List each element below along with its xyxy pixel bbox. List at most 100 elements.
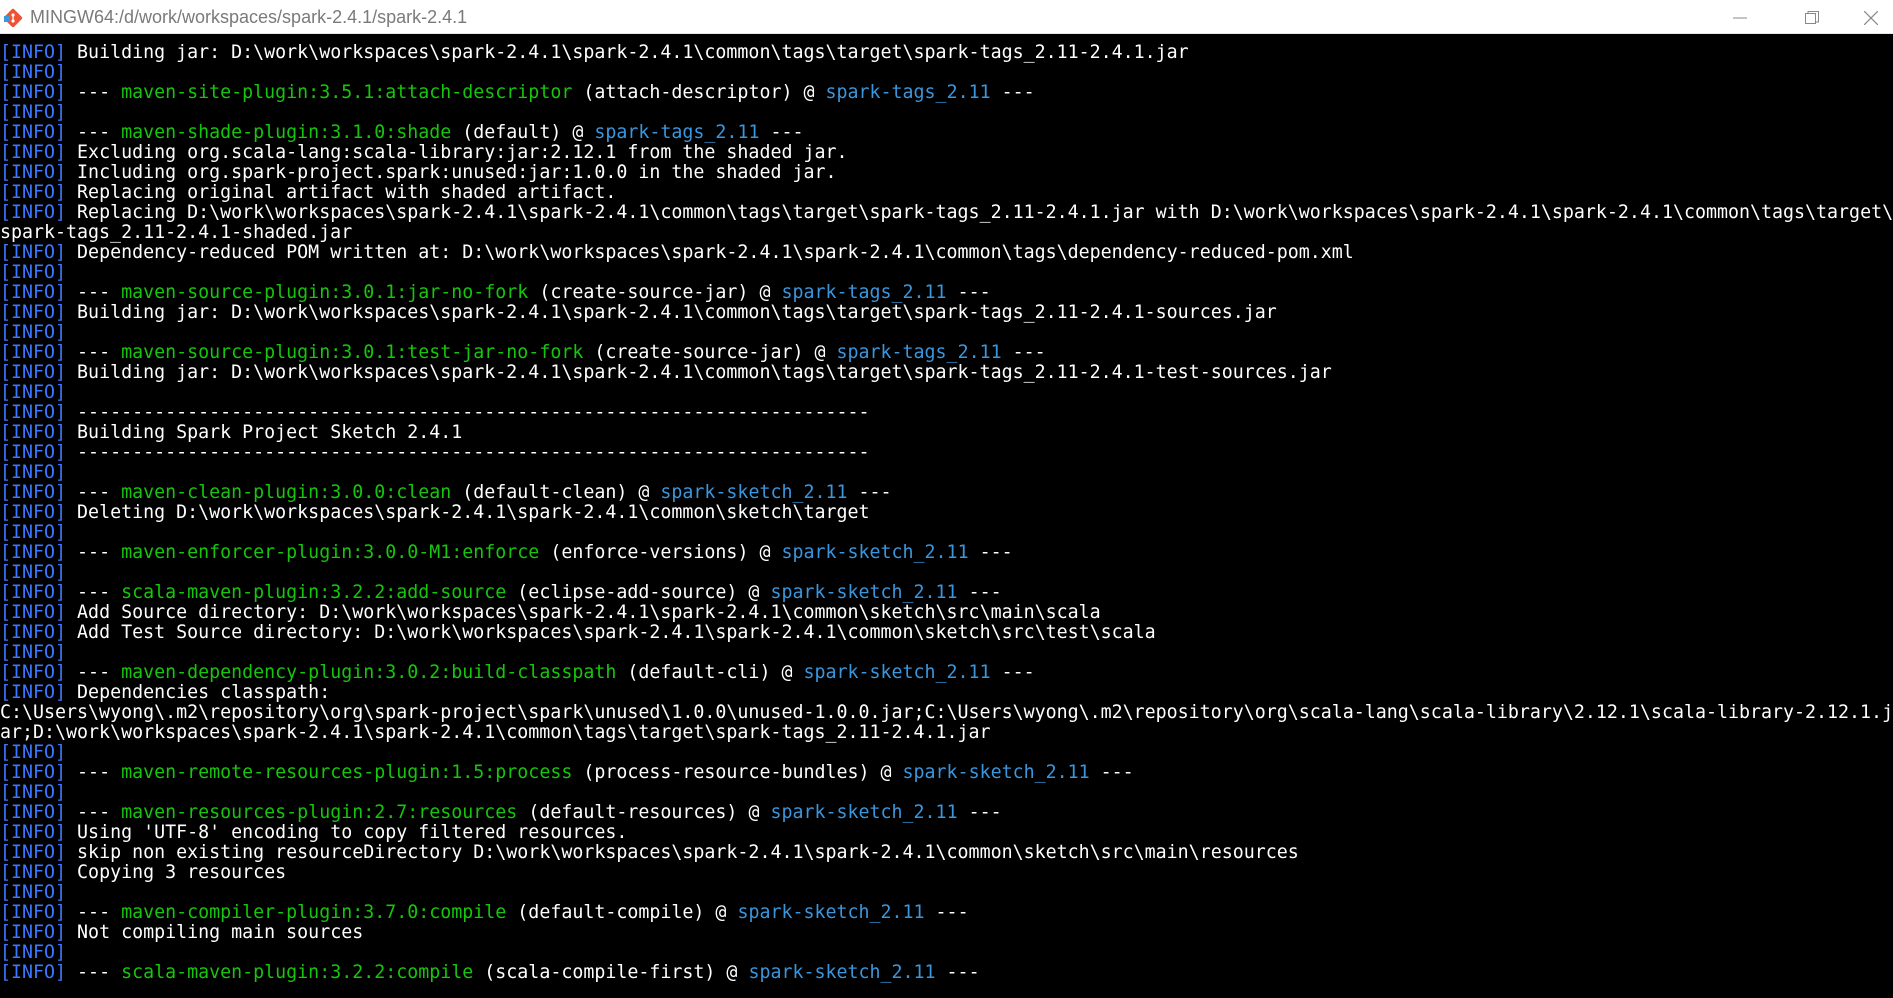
terminal-line: [INFO] Building jar: D:\work\workspaces\… [0, 43, 1189, 63]
log-level-tag: [INFO] [0, 922, 67, 943]
terminal-line: [INFO] [0, 463, 66, 483]
log-text: Add Test Source directory: D:\work\works… [66, 622, 1156, 643]
minimize-button[interactable] [1716, 0, 1762, 34]
terminal-line: [INFO] Add Source directory: D:\work\wor… [0, 603, 1101, 623]
terminal-line: [INFO] Add Test Source directory: D:\wor… [0, 623, 1156, 643]
terminal-line: [INFO] [0, 323, 66, 343]
log-text: --- [946, 282, 991, 303]
close-button[interactable] [1847, 0, 1893, 34]
log-text: --- [66, 342, 122, 363]
log-level-tag: [INFO] [0, 842, 67, 863]
terminal-line: [INFO] --- maven-dependency-plugin:3.0.2… [0, 663, 1035, 683]
artifact-id: spark-sketch_2.11 [748, 962, 936, 983]
log-level-tag: [INFO] [0, 302, 67, 323]
terminal-line: [INFO] Building Spark Project Sketch 2.4… [0, 423, 462, 443]
log-text: (default-cli) @ [616, 662, 804, 683]
log-level-tag: [INFO] [0, 262, 67, 283]
log-text: ----------------------------------------… [66, 402, 870, 423]
terminal-line: [INFO] Including org.spark-project.spark… [0, 163, 836, 183]
close-icon [1864, 11, 1878, 25]
plugin-goal: maven-source-plugin:3.0.1:test-jar-no-fo… [121, 342, 584, 363]
log-text: Building Spark Project Sketch 2.4.1 [66, 422, 463, 443]
log-text: Replacing D:\work\workspaces\spark-2.4.1… [66, 202, 1893, 223]
log-level-tag: [INFO] [0, 202, 67, 223]
log-text: --- [66, 762, 122, 783]
log-level-tag: [INFO] [0, 642, 67, 663]
terminal-line: [INFO] Deleting D:\work\workspaces\spark… [0, 503, 870, 523]
log-text: (eclipse-add-source) @ [506, 582, 771, 603]
artifact-id: spark-sketch_2.11 [902, 762, 1090, 783]
terminal-line: [INFO] Replacing D:\work\workspaces\spar… [0, 203, 1893, 223]
log-text: --- [759, 122, 804, 143]
terminal-line: [INFO] [0, 883, 66, 903]
log-level-tag: [INFO] [0, 742, 67, 763]
terminal-line: [INFO] --- maven-source-plugin:3.0.1:jar… [0, 283, 991, 303]
terminal-line: [INFO] [0, 563, 66, 583]
artifact-id: spark-sketch_2.11 [737, 902, 925, 923]
log-text: --- [990, 82, 1035, 103]
log-level-tag: [INFO] [0, 282, 67, 303]
log-level-tag: [INFO] [0, 82, 67, 103]
terminal-line: [INFO] Building jar: D:\work\workspaces\… [0, 303, 1277, 323]
log-text: --- [957, 802, 1002, 823]
log-text: --- [66, 482, 122, 503]
log-text: skip non existing resourceDirectory D:\w… [66, 842, 1299, 863]
terminal-line: [INFO] Excluding org.scala-lang:scala-li… [0, 143, 848, 163]
terminal-line: C:\Users\wyong\.m2\repository\org\spark-… [0, 703, 1893, 723]
plugin-goal: maven-source-plugin:3.0.1:jar-no-fork [121, 282, 529, 303]
maximize-button[interactable] [1788, 0, 1834, 34]
terminal-line: [INFO] --- maven-compiler-plugin:3.7.0:c… [0, 903, 969, 923]
log-level-tag: [INFO] [0, 342, 67, 363]
log-text: --- [66, 542, 122, 563]
log-level-tag: [INFO] [0, 602, 67, 623]
artifact-id: spark-sketch_2.11 [781, 542, 969, 563]
log-level-tag: [INFO] [0, 522, 67, 543]
log-text: --- [990, 662, 1035, 683]
log-level-tag: [INFO] [0, 782, 67, 803]
log-level-tag: [INFO] [0, 322, 67, 343]
log-level-tag: [INFO] [0, 462, 67, 483]
terminal-line: [INFO] Not compiling main sources [0, 923, 363, 943]
log-level-tag: [INFO] [0, 62, 67, 83]
log-text: --- [66, 82, 122, 103]
terminal-line: [INFO] --- scala-maven-plugin:3.2.2:comp… [0, 963, 980, 983]
log-level-tag: [INFO] [0, 942, 67, 963]
log-text: --- [935, 962, 980, 983]
log-text: (default) @ [451, 122, 595, 143]
terminal-line: [INFO] [0, 743, 66, 763]
log-text: --- [924, 902, 969, 923]
terminal-line: [INFO] [0, 383, 66, 403]
log-level-tag: [INFO] [0, 962, 67, 983]
plugin-goal: maven-resources-plugin:2.7:resources [121, 802, 518, 823]
terminal-line: [INFO] [0, 63, 66, 83]
terminal-line: [INFO] ---------------------------------… [0, 403, 870, 423]
log-text: (scala-compile-first) @ [473, 962, 749, 983]
log-text: --- [957, 582, 1002, 603]
terminal-line: [INFO] Using 'UTF-8' encoding to copy fi… [0, 823, 627, 843]
terminal-line: [INFO] --- maven-resources-plugin:2.7:re… [0, 803, 1002, 823]
log-level-tag: [INFO] [0, 902, 67, 923]
log-level-tag: [INFO] [0, 562, 67, 583]
terminal-output[interactable]: [INFO] Building jar: D:\work\workspaces\… [0, 34, 1893, 998]
log-text: Using 'UTF-8' encoding to copy filtered … [66, 822, 628, 843]
log-level-tag: [INFO] [0, 502, 67, 523]
terminal-line: [INFO] [0, 103, 66, 123]
log-text: Dependency-reduced POM written at: D:\wo… [66, 242, 1354, 263]
log-level-tag: [INFO] [0, 182, 67, 203]
log-text: Copying 3 resources [66, 862, 287, 883]
log-text: Building jar: D:\work\workspaces\spark-2… [66, 42, 1189, 63]
terminal-line: ar;D:\work\workspaces\spark-2.4.1\spark-… [0, 723, 991, 743]
artifact-id: spark-tags_2.11 [781, 282, 947, 303]
terminal-line: [INFO] --- maven-clean-plugin:3.0.0:clea… [0, 483, 892, 503]
log-level-tag: [INFO] [0, 142, 67, 163]
plugin-goal: maven-site-plugin:3.5.1:attach-descripto… [121, 82, 573, 103]
log-level-tag: [INFO] [0, 622, 67, 643]
log-level-tag: [INFO] [0, 682, 67, 703]
log-text: --- [66, 582, 122, 603]
terminal-line: [INFO] [0, 943, 66, 963]
log-text: (attach-descriptor) @ [572, 82, 826, 103]
log-text: Excluding org.scala-lang:scala-library:j… [66, 142, 848, 163]
plugin-goal: maven-remote-resources-plugin:1.5:proces… [121, 762, 573, 783]
terminal-line: [INFO] ---------------------------------… [0, 443, 870, 463]
title-bar[interactable]: MINGW64:/d/work/workspaces/spark-2.4.1/s… [0, 0, 1893, 34]
